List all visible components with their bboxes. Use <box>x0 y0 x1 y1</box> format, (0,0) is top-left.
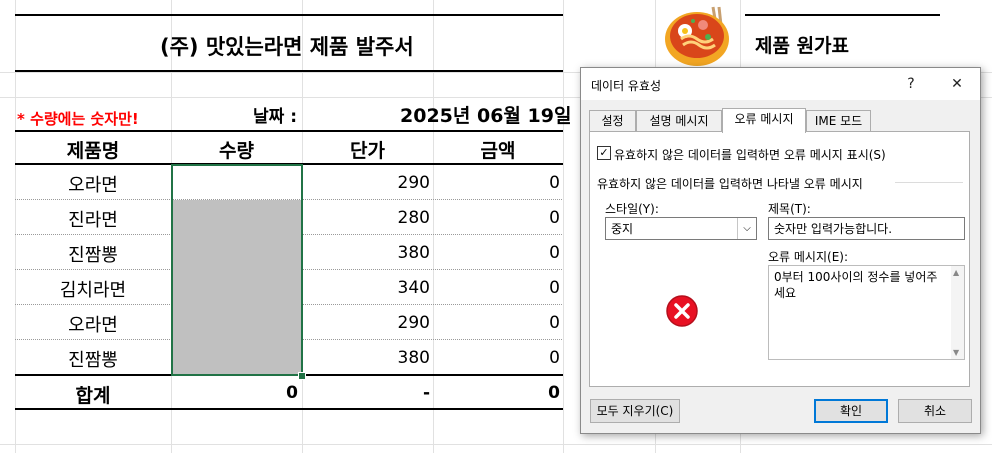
product-name: 오라면 <box>68 315 118 336</box>
grid-line <box>563 0 564 453</box>
tab-ime-mode[interactable]: IME 모드 <box>806 110 871 131</box>
selected-range[interactable] <box>171 164 303 376</box>
quantity-warning: * 수량에는 숫자만! <box>17 110 139 128</box>
total-amount: 0 <box>548 383 560 403</box>
title-input[interactable]: 숫자만 입력가능합니다. <box>768 217 965 240</box>
clear-all-button[interactable]: 모두 지우기(C) <box>590 399 680 423</box>
tab-error-alert[interactable]: 오류 메시지 <box>722 108 806 133</box>
price-table-title: 제품 원가표 <box>755 35 850 57</box>
price-title-border <box>745 14 940 16</box>
tab-input-message[interactable]: 설명 메시지 <box>636 110 722 131</box>
date-label: 날짜 : <box>253 107 297 127</box>
ramen-bowl-icon <box>665 6 729 66</box>
title-bottom-border <box>15 70 563 72</box>
stop-error-icon <box>666 295 698 327</box>
amount: 0 <box>549 208 560 228</box>
unit-price: 280 <box>397 208 430 228</box>
unit-price: 380 <box>397 243 430 263</box>
scroll-up-icon[interactable]: ▲ <box>953 268 959 277</box>
fill-handle[interactable] <box>298 372 306 380</box>
table-top-border <box>15 130 563 132</box>
message-textarea[interactable]: 0부터 100사이의 정수를 넣어주세요 <box>768 265 965 360</box>
unit-price: 290 <box>397 313 430 333</box>
product-name: 오라면 <box>68 175 118 196</box>
style-value: 중지 <box>611 222 634 236</box>
group-divider <box>895 182 963 183</box>
title-top-border <box>15 14 563 16</box>
message-label: 오류 메시지(E): <box>768 250 849 264</box>
amount: 0 <box>549 243 560 263</box>
amount: 0 <box>549 348 560 368</box>
amount: 0 <box>549 278 560 298</box>
product-name: 진라면 <box>68 210 118 231</box>
chevron-down-icon[interactable]: ⌵ <box>737 218 756 239</box>
ok-button[interactable]: 확인 <box>814 399 888 423</box>
unit-price: 380 <box>397 348 430 368</box>
grid-line <box>0 444 992 445</box>
group-label: 유효하지 않은 데이터를 입력하면 나타낼 오류 메시지 <box>597 177 863 191</box>
product-name: 진짬뽕 <box>68 350 118 371</box>
title-label: 제목(T): <box>768 202 811 216</box>
dialog-title: 데이터 유효성 <box>591 79 662 93</box>
tab-panel: ✓ 유효하지 않은 데이터를 입력하면 오류 메시지 표시(S) 유효하지 않은… <box>589 131 970 387</box>
style-label: 스타일(Y): <box>605 202 659 216</box>
show-error-label[interactable]: 유효하지 않은 데이터를 입력하면 오류 메시지 표시(S) <box>614 146 886 163</box>
cancel-button[interactable]: 취소 <box>898 399 972 423</box>
header-product: 제품명 <box>66 140 120 162</box>
product-name: 진짬뽕 <box>68 245 118 266</box>
product-name: 김치라면 <box>59 280 127 301</box>
scroll-down-icon[interactable]: ▼ <box>953 348 959 357</box>
help-button[interactable]: ? <box>901 74 921 94</box>
dialog-titlebar[interactable]: 데이터 유효성 ? ✕ <box>581 68 980 100</box>
total-quantity: 0 <box>286 383 298 403</box>
tab-settings[interactable]: 설정 <box>589 110 636 131</box>
close-button[interactable]: ✕ <box>947 74 967 94</box>
total-price: - <box>422 383 430 403</box>
show-error-checkbox[interactable]: ✓ <box>597 146 611 160</box>
date-value: 2025년 06월 19일 <box>400 105 572 127</box>
textarea-scrollbar[interactable]: ▲ ▼ <box>951 266 964 359</box>
header-amount: 금액 <box>480 140 516 162</box>
header-quantity: 수량 <box>219 140 254 162</box>
table-bottom-border <box>15 408 563 410</box>
data-validation-dialog: 데이터 유효성 ? ✕ 설정 설명 메시지 오류 메시지 IME 모드 ✓ 유효… <box>580 67 981 434</box>
unit-price: 340 <box>397 278 430 298</box>
total-label: 합계 <box>75 385 111 407</box>
order-title: (주) 맛있는라면 제품 발주서 <box>160 35 414 59</box>
header-unit-price: 단가 <box>350 140 385 162</box>
amount: 0 <box>549 313 560 333</box>
unit-price: 290 <box>397 173 430 193</box>
amount: 0 <box>549 173 560 193</box>
style-select[interactable]: 중지 ⌵ <box>605 217 757 240</box>
